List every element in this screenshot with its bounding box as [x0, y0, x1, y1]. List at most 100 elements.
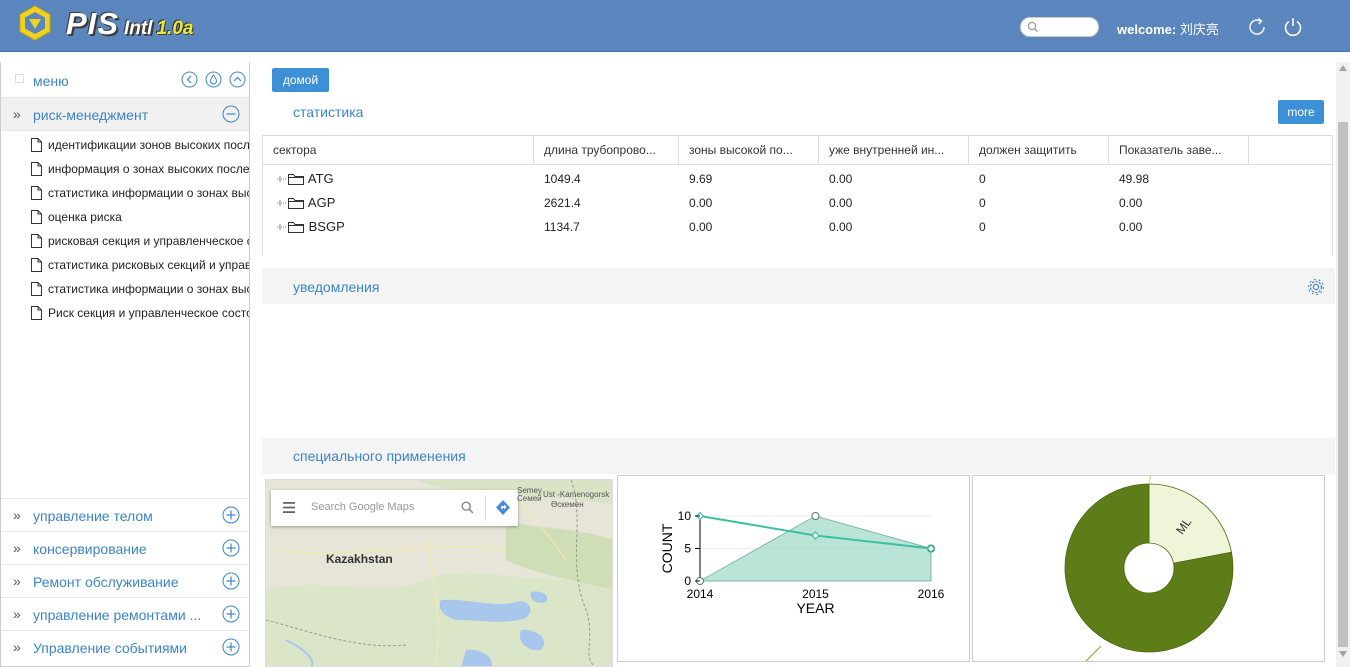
sidebar-leaf-item[interactable]: Риск секция и управленческое состояние — [1, 301, 249, 325]
leaf-label: оценка риска — [48, 210, 122, 224]
tree-node[interactable]: ATG — [275, 167, 334, 191]
tree-expand-icon[interactable] — [275, 167, 287, 191]
table-cell: 49.98 — [1119, 172, 1150, 186]
sidebar-bottom-sections: » управление телом » консервирование » Ремо… — [1, 498, 249, 663]
column-header[interactable]: сектора — [263, 136, 534, 165]
directions-icon[interactable] — [496, 500, 510, 515]
sidebar-menu-header: меню — [1, 62, 249, 98]
column-header[interactable]: зоны высокой по... — [679, 136, 819, 165]
tree-expand-icon[interactable] — [275, 191, 287, 215]
welcome-text: welcome: 刘庆亮 — [1117, 19, 1219, 38]
refresh-icon[interactable] — [1246, 16, 1268, 38]
column-header[interactable]: Показатель заве... — [1109, 136, 1249, 165]
more-button[interactable]: more — [1278, 100, 1324, 124]
table-cell: 9.69 — [689, 172, 713, 186]
sidebar-section-repair-service[interactable]: » Ремонт обслуживание — [1, 564, 249, 597]
sidebar-section-events[interactable]: » Управление событиями — [1, 630, 249, 663]
page-scrollbar[interactable] — [1336, 62, 1350, 667]
table-cell: 0 — [979, 196, 986, 210]
main-content: домой статистика more сектора длина труб… — [262, 62, 1335, 667]
stats-title: статистика — [293, 104, 364, 120]
sidebar-leaf-item[interactable]: статистика рисковых секций и управленчес… — [1, 253, 249, 277]
sidebar: меню » риск-менеджмент идентификации зон… — [0, 62, 250, 667]
column-header[interactable]: длина трубопрово... — [534, 136, 679, 165]
section-label: управление ремонтами ... — [33, 607, 202, 623]
collapse-minus-icon[interactable] — [222, 105, 240, 123]
double-chevron-icon: » — [13, 507, 21, 523]
menu-square-icon — [15, 74, 24, 83]
search-icon — [1027, 21, 1038, 32]
sidebar-section-body[interactable]: » управление телом — [1, 498, 249, 531]
column-header[interactable]: уже внутренней ин... — [819, 136, 969, 165]
double-chevron-icon: » — [13, 540, 21, 556]
y-axis-label: COUNT — [659, 523, 675, 573]
sector-name: BSGP — [308, 219, 345, 234]
hamburger-menu-icon[interactable] — [283, 502, 295, 513]
leaf-label: статистика информации о зонах высоких по… — [48, 282, 249, 296]
table-row[interactable]: ATG 1049.4 9.69 0.00 0 49.98 — [263, 167, 1332, 191]
search-input[interactable] — [1041, 19, 1095, 35]
tree-expand-icon[interactable] — [275, 215, 287, 239]
leaf-label: рисковая секция и управленческое состоян… — [48, 234, 249, 248]
tree-node[interactable]: BSGP — [275, 215, 345, 239]
double-chevron-icon: » — [13, 639, 21, 655]
sidebar-leaf-item[interactable]: оценка риска — [1, 205, 249, 229]
sidebar-leaf-item[interactable]: статистика информации о зонах высоких по… — [1, 277, 249, 301]
y-tick-label: 5 — [684, 542, 691, 556]
table-cell: 0.00 — [829, 196, 853, 210]
area-chart-panel: 0 5 10 2014 2015 2016 YEAR COUNT — [617, 475, 970, 662]
x-tick-label: 2015 — [802, 587, 829, 601]
sidebar-leaf-item[interactable]: статистика информации о зонах высоких по… — [1, 181, 249, 205]
x-axis-label: YEAR — [796, 600, 834, 616]
scrollbar-thumb[interactable] — [1338, 122, 1348, 647]
column-header[interactable]: должен защитить — [969, 136, 1109, 165]
pie-leader-line — [1085, 645, 1102, 661]
table-cell: 0.00 — [1119, 196, 1143, 210]
sidebar-leaf-item[interactable]: рисковая секция и управленческое состоян… — [1, 229, 249, 253]
collapse-up-icon[interactable] — [229, 71, 246, 88]
expand-plus-icon[interactable] — [222, 506, 240, 524]
collapse-left-icon[interactable] — [181, 71, 198, 88]
notifications-title: уведомления — [293, 279, 380, 295]
sidebar-section-conservation[interactable]: » консервирование — [1, 531, 249, 564]
power-icon[interactable] — [1282, 16, 1304, 38]
pie-chart: ML — [1064, 476, 1234, 661]
header-search[interactable] — [1020, 17, 1099, 37]
notifications-header — [262, 268, 1335, 304]
scroll-down-arrow-icon[interactable] — [1339, 651, 1347, 657]
double-chevron-icon: » — [13, 573, 21, 589]
map-search-box[interactable]: Search Google Maps — [271, 490, 518, 526]
table-cell: 0.00 — [1119, 220, 1143, 234]
document-icon — [31, 186, 42, 200]
expand-plus-icon[interactable] — [222, 539, 240, 557]
gear-icon[interactable] — [1307, 278, 1325, 296]
leaf-label: статистика рисковых секций и управленчес… — [48, 258, 249, 272]
map-search-icon[interactable] — [461, 501, 474, 514]
table-row[interactable]: AGP 2621.4 0.00 0.00 0 0.00 — [263, 191, 1332, 215]
expand-plus-icon[interactable] — [222, 638, 240, 656]
tree-node[interactable]: AGP — [275, 191, 335, 215]
sidebar-leaf-item[interactable]: идентификации зонов высоких последствий — [1, 133, 249, 157]
map-city-label: Өскемен — [551, 500, 584, 509]
sidebar-leaf-item[interactable]: информация о зонах высоких последствий — [1, 157, 249, 181]
menu-title: меню — [33, 73, 69, 89]
section-label: риск-менеджмент — [33, 107, 149, 123]
home-button[interactable]: домой — [272, 68, 329, 92]
theme-drop-icon[interactable] — [205, 71, 222, 88]
table-cell: 0.00 — [829, 172, 853, 186]
table-row[interactable]: BSGP 1134.7 0.00 0.00 0 0.00 — [263, 215, 1332, 239]
sector-name: ATG — [307, 171, 334, 186]
table-header: сектора длина трубопрово... зоны высокой… — [263, 136, 1332, 165]
google-map[interactable]: Search Google Maps Kazakhstan Semey Ust … — [265, 479, 613, 667]
table-cell: 0 — [979, 220, 986, 234]
sidebar-section-risk[interactable]: » риск-менеджмент — [1, 98, 249, 131]
expand-plus-icon[interactable] — [222, 605, 240, 623]
x-tick-label: 2014 — [687, 587, 714, 601]
expand-plus-icon[interactable] — [222, 572, 240, 590]
area-point[interactable] — [811, 512, 820, 520]
double-chevron-icon: » — [13, 606, 21, 622]
user-name: 刘庆亮 — [1179, 22, 1219, 37]
sidebar-section-repair-management[interactable]: » управление ремонтами ... — [1, 597, 249, 630]
leaf-label: информация о зонах высоких последствий — [48, 162, 249, 176]
scroll-up-arrow-icon[interactable] — [1339, 65, 1347, 71]
